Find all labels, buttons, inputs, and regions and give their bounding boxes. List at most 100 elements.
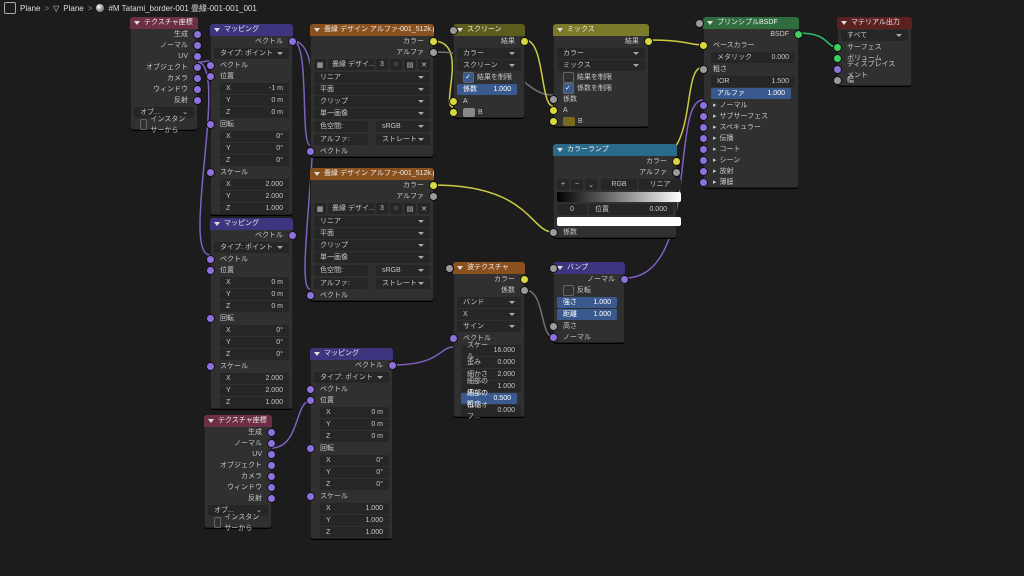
socket-icon[interactable] — [306, 444, 315, 453]
scale-X-field[interactable]: X2.000 — [220, 373, 289, 384]
socket-icon[interactable] — [206, 314, 215, 323]
param-0[interactable]: スケール16.000 — [461, 345, 521, 356]
socket-icon[interactable] — [193, 96, 202, 105]
socket-icon[interactable] — [193, 85, 202, 94]
rot-X-field[interactable]: X0° — [220, 325, 289, 336]
new-button[interactable]: ▤ — [404, 203, 416, 214]
node-header[interactable]: テクスチャ座標 — [130, 17, 198, 29]
breadcrumb-mesh[interactable]: Plane — [63, 4, 83, 13]
group-コート[interactable]: ▸コート — [703, 144, 799, 155]
socket-icon[interactable] — [794, 30, 803, 39]
users-badge[interactable]: 3 — [376, 59, 388, 70]
socket-icon[interactable] — [672, 157, 681, 166]
node-texcoord-2[interactable]: テクスチャ座標 生成ノーマルUVオブジェクトカメラウィンドウ反射 オブ...⌄ … — [204, 415, 272, 528]
socket-icon[interactable] — [699, 41, 708, 50]
image-selector[interactable]: ▦ 畳縁 デザイ... 3 ○ ▤ ✕ — [310, 58, 434, 71]
loc-Y-field[interactable]: Y0 m — [220, 289, 289, 300]
loc-Z-field[interactable]: Z0 m — [220, 301, 289, 312]
unlink-button[interactable]: ○ — [390, 203, 402, 214]
wave-profile-field[interactable]: サイン — [457, 321, 521, 332]
wave-type-field[interactable]: バンド — [457, 297, 521, 308]
collapse-icon[interactable] — [557, 28, 563, 32]
node-mix-screen[interactable]: スクリーン 結果 カラー スクリーン 結果を制限 係数1.000 A B — [453, 24, 525, 118]
instancer-check[interactable]: インスタンサーから — [204, 517, 272, 528]
scale-X-field[interactable]: X2.000 — [220, 179, 289, 190]
clamp-factor-check[interactable]: 係数を制限 — [553, 83, 649, 94]
socket-icon[interactable] — [449, 97, 458, 106]
interp-field[interactable]: リニア — [639, 179, 681, 190]
socket-icon[interactable] — [267, 483, 276, 492]
type-field[interactable]: タイプ:ポイント — [214, 242, 289, 253]
extension-field[interactable]: クリップ — [314, 96, 430, 107]
data-type-field[interactable]: カラー — [557, 48, 645, 59]
image-selector[interactable]: ▦ 畳縁 デザイ... 3 ○ ▤ ✕ — [310, 202, 434, 215]
node-color-ramp[interactable]: カラーランプ カラー アルファ + − ⌄ RGB リニア 0 位置0.000 … — [553, 144, 677, 238]
blend-mode-field[interactable]: スクリーン — [457, 60, 521, 71]
socket-icon[interactable] — [833, 43, 842, 52]
node-header[interactable]: マテリアル出力 — [837, 17, 912, 29]
socket-icon[interactable] — [306, 385, 315, 394]
collapse-icon[interactable] — [557, 148, 563, 152]
checkbox-icon[interactable] — [140, 119, 147, 130]
image-name-field[interactable]: 畳縁 デザイ... — [328, 59, 374, 70]
node-header[interactable]: 畳縁 デザイン アルファ-001_512k.png — [310, 168, 434, 180]
image-name-field[interactable]: 畳縁 デザイ... — [328, 203, 374, 214]
socket-icon[interactable] — [449, 26, 458, 35]
socket-icon[interactable] — [267, 450, 276, 459]
scale-Z-field[interactable]: Z1.000 — [220, 397, 289, 408]
rot-X-field[interactable]: X0° — [220, 131, 289, 142]
socket-icon[interactable] — [449, 334, 458, 343]
instancer-check[interactable]: インスタンサーから — [130, 119, 198, 130]
node-image-1[interactable]: 畳縁 デザイン アルファ-001_512k.png カラー アルファ ▦ 畳縁 … — [310, 24, 434, 157]
socket-icon[interactable] — [206, 266, 215, 275]
socket-icon[interactable] — [699, 156, 708, 165]
factor-slider[interactable]: 係数1.000 — [457, 84, 517, 95]
rot-Y-field[interactable]: Y0° — [220, 143, 289, 154]
socket-icon[interactable] — [267, 428, 276, 437]
socket-icon[interactable] — [449, 108, 458, 117]
interp-field[interactable]: リニア — [314, 216, 430, 227]
socket-icon[interactable] — [288, 37, 297, 46]
collapse-icon[interactable] — [457, 266, 463, 270]
node-header[interactable]: プリンシプルBSDF — [703, 17, 799, 29]
target-field[interactable]: すべて — [841, 30, 908, 41]
socket-icon[interactable] — [520, 37, 529, 46]
scale-Z-field[interactable]: Z1.000 — [320, 527, 389, 538]
node-mapping-3[interactable]: マッピング ベクトル タイプ:ポイント ベクトル位置X0 mY0 mZ0 m回転… — [310, 348, 393, 539]
socket-icon[interactable] — [672, 168, 681, 177]
blend-mode-field[interactable]: ミックス — [557, 60, 645, 71]
scale-Y-field[interactable]: Y1.000 — [320, 515, 389, 526]
type-field[interactable]: タイプ:ポイント — [314, 372, 389, 383]
socket-icon[interactable] — [644, 37, 653, 46]
group-サブサーフェス[interactable]: ▸サブサーフェス — [703, 111, 799, 122]
node-wave-texture[interactable]: 波テクスチャ カラー 係数 バンド X サイン ベクトル スケール16.000歪… — [453, 262, 525, 417]
color-mode-field[interactable]: RGB — [601, 179, 637, 190]
breadcrumb-object[interactable]: Plane — [20, 4, 40, 13]
socket-icon[interactable] — [429, 181, 438, 190]
scale-Y-field[interactable]: Y2.000 — [220, 191, 289, 202]
socket-icon[interactable] — [549, 264, 558, 273]
loc-Y-field[interactable]: Y0 m — [220, 95, 289, 106]
socket-icon[interactable] — [193, 52, 202, 61]
socket-icon[interactable] — [206, 362, 215, 371]
node-header[interactable]: テクスチャ座標 — [204, 415, 272, 427]
colorspace-field[interactable]: sRGB — [376, 121, 430, 132]
image-icon[interactable]: ▦ — [314, 203, 326, 214]
socket-icon[interactable] — [549, 95, 558, 104]
socket-icon[interactable] — [699, 101, 708, 110]
socket-icon[interactable] — [520, 275, 529, 284]
socket-icon[interactable] — [549, 228, 558, 237]
rot-Z-field[interactable]: Z0° — [220, 349, 289, 360]
stop-index[interactable]: 0 — [557, 204, 587, 215]
socket-icon[interactable] — [699, 134, 708, 143]
node-mix[interactable]: ミックス 結果 カラー ミックス 結果を制限 係数を制限 係数 A B — [553, 24, 649, 127]
socket-icon[interactable] — [388, 361, 397, 370]
loc-X-field[interactable]: X-1 m — [220, 83, 289, 94]
scale-Z-field[interactable]: Z1.000 — [220, 203, 289, 214]
loc-Z-field[interactable]: Z0 m — [220, 107, 289, 118]
node-texcoord-1[interactable]: テクスチャ座標 生成ノーマルUVオブジェクトカメラウィンドウ反射 オブ...⌄ … — [130, 17, 198, 130]
checkbox-icon[interactable] — [563, 285, 574, 296]
rot-Z-field[interactable]: Z0° — [320, 479, 389, 490]
socket-icon[interactable] — [429, 48, 438, 57]
interp-field[interactable]: リニア — [314, 72, 430, 83]
